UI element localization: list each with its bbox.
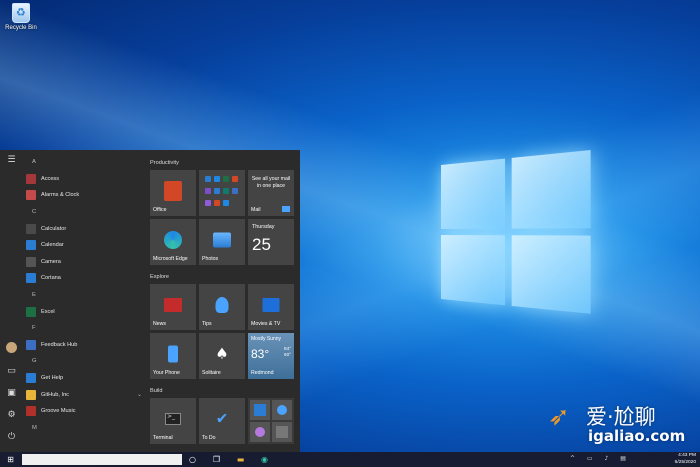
app-list-letter-header[interactable]: G	[26, 353, 144, 370]
clock[interactable]: 4:43 PM 6/25/2020	[675, 453, 696, 466]
tile-solitaire[interactable]: ♠ Solitaire	[199, 333, 245, 379]
excel-icon	[26, 306, 36, 317]
edge-taskbar-icon[interactable]: ◉	[259, 454, 270, 465]
file-explorer-icon[interactable]: ▬	[235, 454, 246, 465]
app-list-letter-header[interactable]: F	[26, 320, 144, 337]
recycle-bin-icon	[12, 3, 30, 23]
start-left-rail: ☰ ▭ ▣ ⚙ ⏻	[0, 150, 22, 452]
list-item[interactable]: Get Help	[26, 370, 144, 387]
lightbulb-purple-icon	[250, 422, 270, 442]
app-list-letter-header[interactable]: A	[26, 154, 144, 171]
list-item[interactable]: Excel	[26, 303, 144, 320]
taskbar: ⊞ ○ ❐ ▬ ◉ ^ ▭ ♪ ▤ 4:43 PM 6/25/2020	[0, 452, 700, 467]
app-list-letter-header[interactable]: E	[26, 287, 144, 304]
tile-calendar[interactable]: Thursday 25	[248, 219, 294, 265]
watermark: ➶ 爱·尬聊 igaliao.com	[548, 402, 686, 445]
folder-icon	[26, 389, 36, 400]
calendar-icon	[26, 240, 36, 251]
list-item[interactable]: Groove Music	[26, 403, 144, 420]
office-icon	[164, 180, 182, 201]
news-icon	[164, 297, 182, 312]
group-productivity: Productivity	[150, 160, 179, 166]
photos-icon	[213, 232, 231, 248]
feedback-icon	[26, 339, 36, 350]
tile-tips[interactable]: Tips	[199, 284, 245, 330]
movies-icon	[262, 297, 280, 312]
app-list-letter-header[interactable]: C	[26, 204, 144, 221]
app-label: Calendar	[41, 242, 64, 249]
list-item[interactable]: GitHub, Inc ⌄	[26, 386, 144, 403]
pictures-icon[interactable]: ▣	[6, 388, 17, 399]
app-label: Cortana	[41, 275, 61, 282]
tile-office-apps-folder[interactable]	[199, 170, 245, 216]
help-icon	[26, 373, 36, 384]
calculator-icon	[26, 223, 36, 234]
tile-your-phone[interactable]: Your Phone	[150, 333, 196, 379]
group-build: Build	[150, 388, 163, 394]
tile-news[interactable]: News	[150, 284, 196, 330]
app-label: Groove Music	[41, 408, 76, 415]
app-folder-icons	[205, 176, 239, 210]
tile-movies-tv[interactable]: Movies & TV	[248, 284, 294, 330]
avatar[interactable]	[6, 342, 17, 353]
tile-terminal[interactable]: >_ Terminal	[150, 398, 196, 444]
app-label: Calculator	[41, 225, 67, 232]
documents-icon[interactable]: ▭	[6, 366, 17, 377]
recycle-bin-label: Recycle Bin	[5, 25, 37, 31]
checkmark-icon: ✔	[215, 409, 229, 428]
app-label: Camera	[41, 258, 61, 265]
mail-icon	[282, 206, 290, 212]
recycle-bin[interactable]: Recycle Bin	[4, 3, 38, 31]
app-label: Alarms & Clock	[41, 192, 80, 199]
music-icon	[26, 406, 36, 417]
app-list: A Access Alarms & Clock C Calculator Calendar…	[26, 154, 144, 450]
cards-icon: ♠	[215, 344, 229, 363]
alarm-icon	[26, 190, 36, 201]
tile-area: Productivity Office See all your mail in…	[150, 156, 298, 452]
phone-icon	[168, 345, 178, 363]
list-item[interactable]: Calculator	[26, 220, 144, 237]
start-menu: ☰ ▭ ▣ ⚙ ⏻ A Access Alarms & Clock C Calculat…	[0, 150, 300, 452]
app-label: Excel	[41, 308, 55, 315]
group-explore: Explore	[150, 274, 169, 280]
tile-mail[interactable]: See all your mail in one place Mail	[248, 170, 294, 216]
vscode-icon	[250, 400, 270, 420]
terminal-icon: >_	[165, 412, 181, 425]
list-item[interactable]: Camera	[26, 254, 144, 271]
bird-logo-icon: ➶	[548, 402, 570, 432]
power-icon[interactable]: ⏻	[6, 432, 17, 443]
search-box[interactable]	[22, 454, 182, 465]
calculator-tile-icon	[272, 422, 292, 442]
list-item[interactable]: Calendar	[26, 237, 144, 254]
app-label: GitHub, Inc	[41, 391, 69, 398]
app-label: Get Help	[41, 375, 64, 382]
gear-icon[interactable]: ⚙	[6, 410, 17, 421]
chevron-down-icon[interactable]: ⌄	[137, 391, 142, 398]
lightbulb-icon	[215, 296, 229, 313]
tile-microsoft-edge[interactable]: Microsoft Edge	[150, 219, 196, 265]
list-item[interactable]: Access	[26, 171, 144, 188]
system-tray-icons[interactable]: ^ ▭ ♪ ▤	[570, 455, 631, 462]
camera-icon	[26, 256, 36, 267]
access-icon	[26, 173, 36, 184]
list-item[interactable]: Feedback Hub	[26, 337, 144, 354]
list-item[interactable]: Alarms & Clock	[26, 187, 144, 204]
tile-dev-folder[interactable]	[248, 398, 294, 444]
app-label: Feedback Hub	[41, 341, 78, 348]
tile-to-do[interactable]: ✔ To Do	[199, 398, 245, 444]
edge-icon	[164, 230, 182, 249]
list-item[interactable]: Cortana	[26, 270, 144, 287]
task-view-icon[interactable]: ❐	[211, 454, 222, 465]
app-list-letter-header[interactable]: M	[26, 420, 144, 437]
hamburger-menu-icon[interactable]: ☰	[6, 155, 17, 166]
app-label: Access	[41, 175, 60, 182]
cortana-icon	[26, 273, 36, 284]
tile-office[interactable]: Office	[150, 170, 196, 216]
windows-start-icon[interactable]: ⊞	[5, 454, 16, 465]
tile-photos[interactable]: Photos	[199, 219, 245, 265]
tile-weather[interactable]: Mostly Sunny 83° 84° 60° Redmond	[248, 333, 294, 379]
people-icon	[272, 400, 292, 420]
cortana-circle-icon[interactable]: ○	[187, 454, 198, 465]
windows-logo	[441, 150, 593, 316]
